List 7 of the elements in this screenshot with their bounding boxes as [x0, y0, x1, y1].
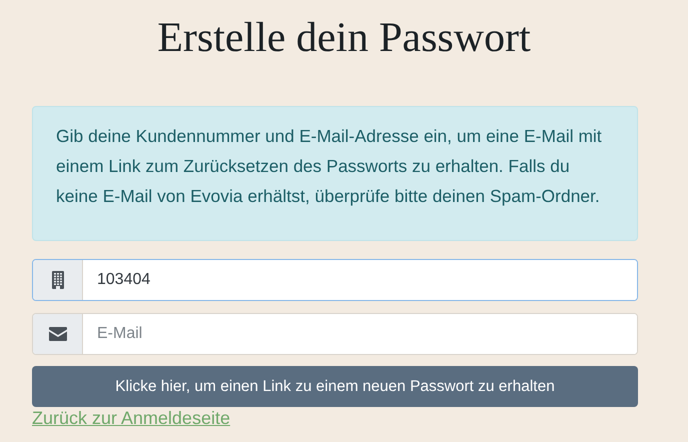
- envelope-icon: [48, 327, 66, 341]
- page-title: Erstelle dein Passwort: [157, 14, 531, 63]
- info-alert: Gib deine Kundennummer und E-Mail-Adresse ein, um eine E-Mail mit einem Link zum Zurücksetzen des Passworts zu erhalten. Falls du keine E-Mail von Evovia erhältst, überprüfe bitte deinen Spam-Ordner.: [32, 106, 638, 241]
- building-icon: [52, 271, 64, 289]
- submit-button[interactable]: Klicke hier, um einen Link zu einem neuen Passwort zu erhalten: [32, 366, 638, 407]
- input-field[interactable]: 103404: [32, 259, 638, 301]
- input-field[interactable]: E-Mail: [32, 313, 638, 355]
